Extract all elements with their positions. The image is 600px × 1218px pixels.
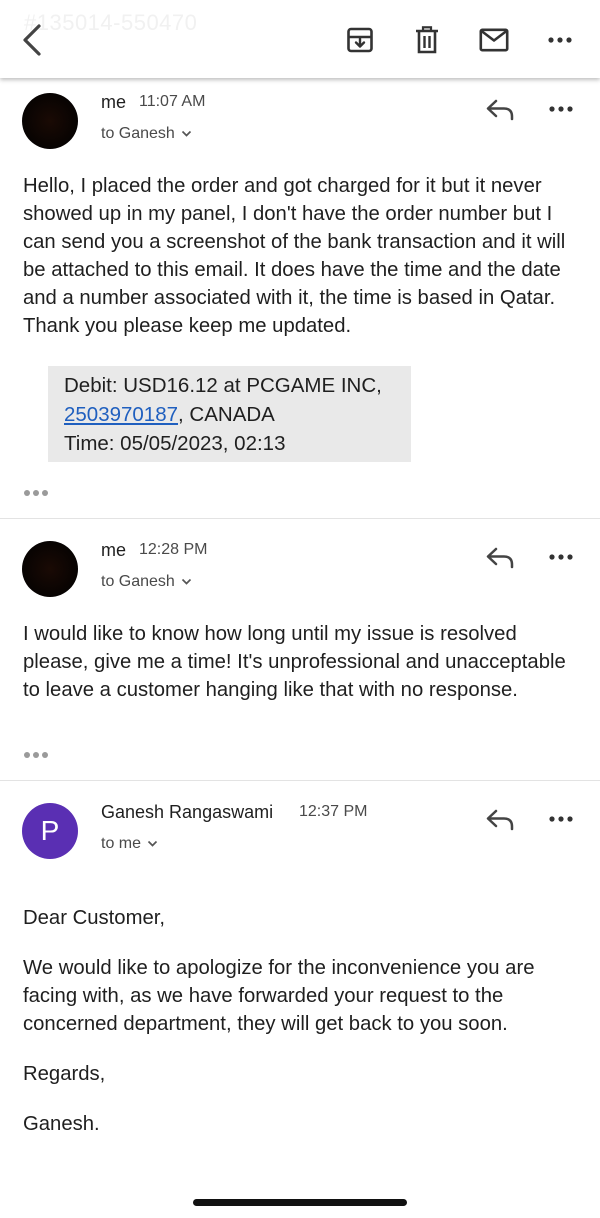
message-time: 11:07 AM bbox=[139, 93, 206, 110]
show-trimmed-content-button[interactable] bbox=[24, 488, 50, 498]
more-options-button[interactable] bbox=[540, 20, 580, 60]
reply-button[interactable] bbox=[480, 800, 520, 840]
message-body: Dear Customer, We would like to apologiz… bbox=[23, 904, 583, 1138]
recipient-toggle[interactable]: to me bbox=[101, 835, 158, 853]
avatar[interactable] bbox=[22, 93, 78, 149]
recipient-toggle[interactable]: to Ganesh bbox=[101, 573, 192, 591]
reply-button[interactable] bbox=[480, 538, 520, 578]
quote-line: 2503970187, CANADA bbox=[64, 400, 411, 429]
back-button[interactable] bbox=[12, 20, 52, 60]
recipient-label: to me bbox=[101, 835, 142, 852]
quote-line: Debit: USD16.12 at PCGAME INC, bbox=[64, 374, 382, 397]
mark-unread-button[interactable] bbox=[474, 20, 514, 60]
archive-icon bbox=[347, 27, 373, 53]
divider bbox=[0, 518, 600, 519]
divider bbox=[0, 780, 600, 781]
show-trimmed-content-button[interactable] bbox=[24, 750, 50, 760]
message-body: I would like to know how long until my i… bbox=[23, 620, 583, 704]
reply-icon bbox=[486, 547, 514, 569]
trash-icon bbox=[416, 26, 438, 54]
avatar[interactable]: P bbox=[22, 803, 78, 859]
archive-button[interactable] bbox=[340, 20, 380, 60]
recipient-label: to Ganesh bbox=[101, 125, 175, 142]
avatar-letter: P bbox=[40, 815, 60, 846]
quoted-transaction: Debit: USD16.12 at PCGAME INC, 250397018… bbox=[48, 366, 411, 462]
recipient-label: to Ganesh bbox=[101, 573, 175, 590]
chevron-down-icon bbox=[147, 840, 158, 847]
body-paragraph: Ganesh. bbox=[23, 1113, 100, 1135]
sender-name: me bbox=[101, 92, 127, 112]
quote-line: Time: 05/05/2023, 02:13 bbox=[64, 432, 286, 455]
avatar[interactable] bbox=[22, 541, 78, 597]
message-more-button[interactable] bbox=[541, 537, 581, 577]
home-indicator[interactable] bbox=[193, 1199, 407, 1206]
more-horizontal-icon bbox=[549, 816, 573, 822]
chevron-down-icon bbox=[181, 578, 191, 585]
top-toolbar: #135014-550470 bbox=[0, 0, 600, 78]
more-horizontal-icon bbox=[549, 106, 573, 112]
more-horizontal-icon bbox=[549, 554, 573, 560]
chevron-left-icon bbox=[23, 24, 41, 56]
body-paragraph: I would like to know how long until my i… bbox=[23, 623, 566, 701]
reply-icon bbox=[486, 809, 514, 831]
body-paragraph: We would like to apologize for the incon… bbox=[23, 957, 535, 1035]
message-body: Hello, I placed the order and got charge… bbox=[23, 172, 583, 340]
body-paragraph: Regards, bbox=[23, 1063, 106, 1085]
reply-icon bbox=[486, 99, 514, 121]
recipient-toggle[interactable]: to Ganesh bbox=[101, 125, 192, 143]
message-more-button[interactable] bbox=[541, 89, 581, 129]
more-horizontal-icon bbox=[548, 37, 572, 43]
message-time: 12:37 PM bbox=[299, 803, 368, 820]
delete-button[interactable] bbox=[407, 20, 447, 60]
mail-icon bbox=[479, 28, 509, 52]
chevron-down-icon bbox=[181, 130, 191, 137]
sender-name: me bbox=[101, 540, 127, 560]
body-paragraph: Hello, I placed the order and got charge… bbox=[23, 175, 566, 337]
reply-button[interactable] bbox=[480, 90, 520, 130]
message-more-button[interactable] bbox=[541, 799, 581, 839]
sender-name: Ganesh Rangaswami bbox=[101, 802, 274, 822]
body-paragraph: Dear Customer, bbox=[23, 907, 166, 929]
phone-link[interactable]: 2503970187 bbox=[64, 403, 178, 426]
message-time: 12:28 PM bbox=[139, 541, 208, 558]
quote-text: , CANADA bbox=[178, 403, 275, 426]
